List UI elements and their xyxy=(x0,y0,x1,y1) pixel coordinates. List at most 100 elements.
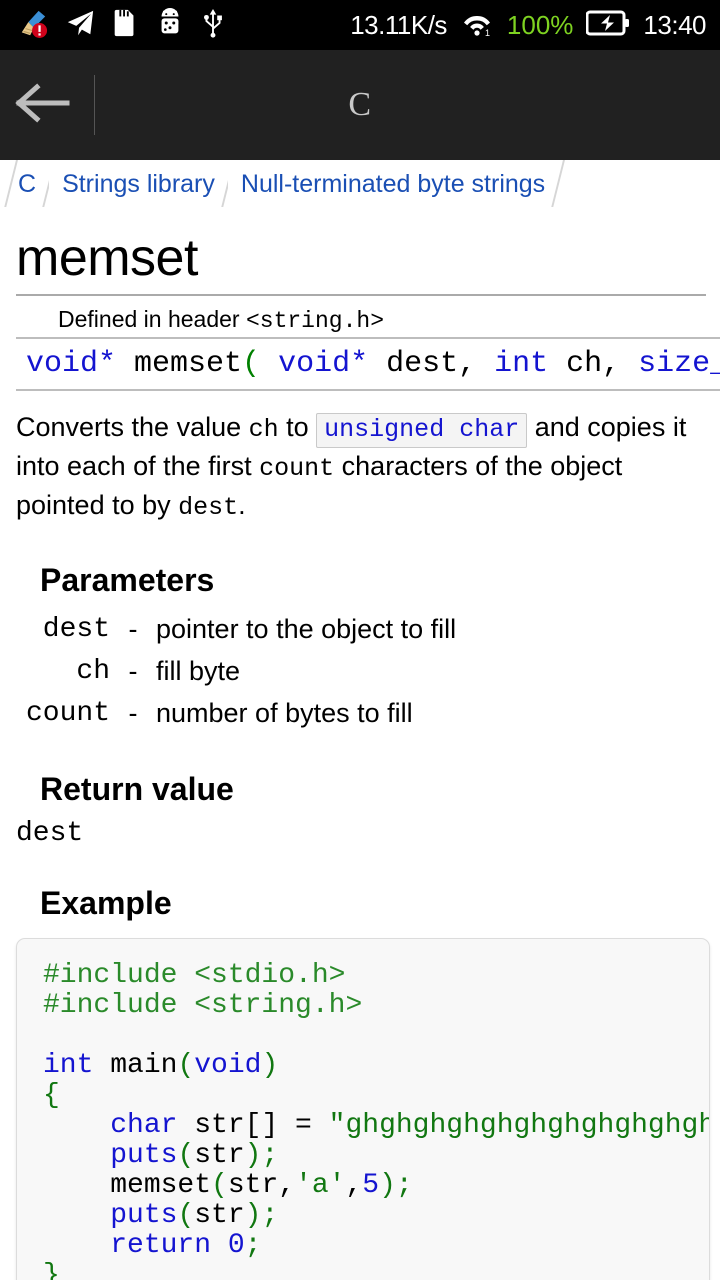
paper-plane-icon xyxy=(65,8,95,43)
code-line: memset(str,'a',5); xyxy=(43,1171,689,1201)
code-token-7-6: ) xyxy=(379,1170,396,1201)
code-token-7-2: str, xyxy=(227,1170,296,1201)
code-token-6-4: ) xyxy=(244,1140,262,1171)
signature-token-0: void* xyxy=(26,347,117,381)
param-name: dest xyxy=(42,614,110,645)
breadcrumb-label: C xyxy=(18,169,37,198)
param-description: pointer to the object to fill xyxy=(156,614,457,644)
signature-token-6: int xyxy=(494,347,549,381)
code-token-8-2: ( xyxy=(177,1200,195,1231)
desc-mono-ch: ch xyxy=(248,415,279,444)
code-line: { xyxy=(43,1081,689,1111)
signature-token-7: ch, xyxy=(548,347,639,381)
parameters-table-body: dest - pointer to the object to fill ch … xyxy=(0,609,456,735)
code-token-1-0: #include <string.h> xyxy=(43,990,363,1021)
wifi-badge-text: 1 xyxy=(485,28,490,38)
param-dash: - xyxy=(128,614,138,644)
code-token-5-3: "ghghghghghghghghghghgh" xyxy=(328,1110,710,1141)
main-content: memset Defined in header <string.h> void… xyxy=(0,208,720,1280)
usb-icon xyxy=(202,8,224,43)
param-dash: - xyxy=(128,656,138,686)
return-value-text: dest xyxy=(16,818,84,849)
code-token-7-3: 'a' xyxy=(295,1170,346,1201)
breadcrumb-item-null-terminated-byte-strings[interactable]: Null-terminated byte strings xyxy=(227,160,566,208)
page-title: memset xyxy=(16,229,198,287)
code-token-5-0 xyxy=(43,1110,110,1141)
battery-charging-icon xyxy=(585,10,630,41)
parameters-table: dest - pointer to the object to fill ch … xyxy=(0,609,456,735)
battery-percent-label: 100% xyxy=(506,9,574,40)
param-dash: - xyxy=(128,698,138,728)
status-bar-right-group: 13.11K/s 1 100% 13:40 xyxy=(350,8,706,43)
code-line: #include <stdio.h> xyxy=(43,961,689,991)
table-row: count - number of bytes to fill xyxy=(0,693,456,735)
breadcrumb-lead-separator xyxy=(0,160,18,208)
code-token-8-1: puts xyxy=(110,1200,178,1231)
function-signature: void* memset( void* dest, int ch, size_t… xyxy=(0,339,720,389)
code-token-3-2: ( xyxy=(177,1050,195,1081)
title-divider xyxy=(16,294,706,296)
code-line: char str[] = "ghghghghghghghghghghgh"; xyxy=(43,1110,709,1141)
code-token-6-0 xyxy=(43,1140,110,1171)
status-bar-left-icons xyxy=(18,7,224,43)
code-token-6-2: ( xyxy=(177,1140,195,1171)
code-line: return 0; xyxy=(43,1231,689,1261)
table-row: ch - fill byte xyxy=(0,651,456,693)
signature-block: Defined in header <string.h> void* memse… xyxy=(0,304,720,391)
code-token-6-3: str xyxy=(194,1140,245,1171)
code-line: #include <string.h> xyxy=(43,991,689,1021)
signature-token-4: void* xyxy=(278,347,369,381)
code-token-7-7: ; xyxy=(395,1170,413,1201)
code-token-8-3: str xyxy=(194,1200,245,1231)
code-token-7-4: , xyxy=(345,1170,363,1201)
defined-in-header-name: <string.h> xyxy=(245,308,384,334)
function-description: Converts the value ch to unsigned char a… xyxy=(0,391,720,526)
desc-seg-5: . xyxy=(238,490,246,520)
breadcrumb[interactable]: C Strings library Null-terminated byte s… xyxy=(0,160,720,208)
code-token-8-0 xyxy=(43,1200,110,1231)
parameters-heading: Parameters xyxy=(40,562,215,598)
back-arrow-icon xyxy=(15,82,71,129)
clock-label: 13:40 xyxy=(643,9,706,40)
broom-cleaner-icon xyxy=(18,8,48,43)
wifi-icon: 1 xyxy=(460,8,494,43)
example-code-block[interactable]: #include <stdio.h> #include <string.h> in… xyxy=(16,938,710,1280)
breadcrumb-item-c[interactable]: C xyxy=(0,160,57,208)
code-token-7-0: memset xyxy=(43,1170,212,1201)
signature-token-1: memset xyxy=(116,347,243,381)
app-bar: C xyxy=(0,50,720,160)
desc-seg-1: Converts the value xyxy=(16,412,249,442)
code-token-3-0: int xyxy=(43,1050,94,1081)
example-heading: Example xyxy=(40,885,172,921)
code-token-3-3: void xyxy=(194,1050,262,1081)
desc-mono-count: count xyxy=(259,454,335,483)
breadcrumb-item-strings-library[interactable]: Strings library xyxy=(49,160,235,208)
code-token-6-5: ; xyxy=(261,1140,279,1171)
code-token-9-2 xyxy=(211,1230,228,1261)
status-bar[interactable]: 13.11K/s 1 100% 13:40 xyxy=(0,0,720,50)
app-bar-divider xyxy=(94,75,95,135)
code-line: puts(str); xyxy=(43,1201,689,1231)
breadcrumb-label: Strings library xyxy=(62,169,215,198)
defined-in-prefix: Defined in header xyxy=(58,306,246,332)
code-token-8-4: ) xyxy=(244,1200,262,1231)
code-token-0-0: #include <stdio.h> xyxy=(43,960,346,991)
sd-card-icon xyxy=(112,8,138,43)
android-debug-icon xyxy=(155,7,185,43)
param-description: fill byte xyxy=(156,656,241,686)
signature-token-8: size_t xyxy=(638,347,720,381)
code-token-10-0: } xyxy=(43,1260,60,1280)
code-line: int main(void) xyxy=(43,1051,689,1081)
network-speed-label: 13.11K/s xyxy=(350,9,447,40)
code-token-4-0: { xyxy=(43,1080,60,1111)
table-row: dest - pointer to the object to fill xyxy=(0,609,456,651)
param-name: count xyxy=(25,698,110,729)
back-button[interactable] xyxy=(0,50,86,160)
code-token-5-2: str[] = xyxy=(177,1110,329,1141)
code-token-5-1: char xyxy=(110,1110,178,1141)
code-token-3-1: main xyxy=(93,1050,178,1081)
return-value-heading: Return value xyxy=(40,771,234,807)
code-token-9-0 xyxy=(43,1230,110,1261)
param-description: number of bytes to fill xyxy=(156,698,413,728)
